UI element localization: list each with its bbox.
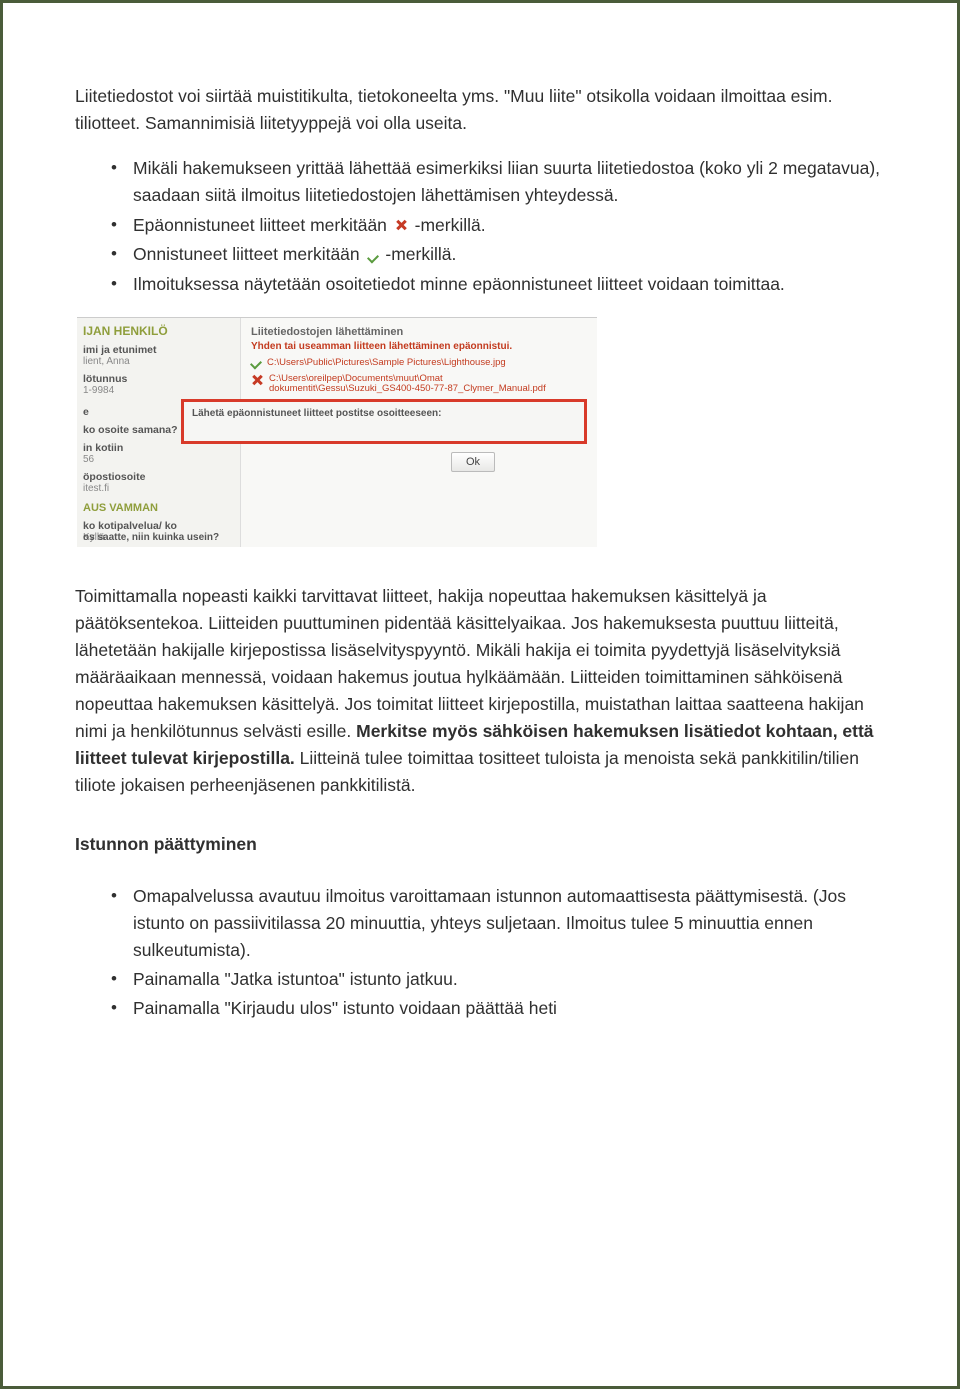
field-value: lient, Anna bbox=[83, 356, 234, 367]
list-item: Mikäli hakemukseen yrittää lähettää esim… bbox=[111, 155, 885, 209]
list-text: Mikäli hakemukseen yrittää lähettää esim… bbox=[133, 158, 880, 205]
list-item: Epäonnistuneet liitteet merkitään -merki… bbox=[111, 212, 885, 240]
success-check-icon bbox=[368, 242, 378, 269]
dialog-panel: Liitetiedostojen lähettäminen Yhden tai … bbox=[241, 318, 597, 547]
fail-x-icon bbox=[251, 374, 263, 389]
field-label: öpostiosoite bbox=[83, 471, 234, 483]
mail-address-box: Lähetä epäonnistuneet liitteet postitse … bbox=[181, 399, 587, 444]
field-label: lötunnus bbox=[83, 373, 234, 385]
field-value: itest.fi bbox=[83, 483, 234, 494]
file-row-fail: C:\Users\oreilpep\Documents\muut\Omat do… bbox=[251, 374, 587, 396]
attachment-dialog-screenshot: IJAN HENKILÖ imi ja etunimet lient, Anna… bbox=[77, 317, 597, 547]
body-paragraph: Toimittamalla nopeasti kaikki tarvittava… bbox=[75, 583, 885, 800]
field-label: imi ja etunimet bbox=[83, 344, 234, 356]
list-item: Ilmoituksessa näytetään osoitetiedot min… bbox=[111, 271, 885, 298]
intro-paragraph: Liitetiedostot voi siirtää muistitikulta… bbox=[75, 83, 885, 137]
document-page: Liitetiedostot voi siirtää muistitikulta… bbox=[0, 0, 960, 1389]
field-label: ko kotipalvelua/ ko bbox=[83, 520, 234, 532]
ok-button[interactable]: Ok bbox=[451, 452, 495, 472]
field-label: os saatte, niin kuinka usein? bbox=[83, 532, 219, 543]
list-text: Ilmoituksessa näytetään osoitetiedot min… bbox=[133, 274, 785, 294]
field-value: 1-9984 bbox=[83, 385, 234, 396]
list-item: Onnistuneet liitteet merkitään -merkillä… bbox=[111, 241, 885, 269]
section-header: IJAN HENKILÖ bbox=[83, 324, 234, 338]
dialog-title: Liitetiedostojen lähettäminen bbox=[251, 326, 587, 338]
list-text: Onnistuneet liitteet merkitään bbox=[133, 244, 365, 264]
body-text: Toimittamalla nopeasti kaikki tarvittava… bbox=[75, 586, 864, 742]
session-end-list: Omapalvelussa avautuu ilmoitus varoittam… bbox=[75, 883, 885, 1023]
file-path: C:\Users\oreilpep\Documents\muut\Omat do… bbox=[269, 374, 587, 396]
list-text: -merkillä. bbox=[385, 244, 456, 264]
list-item: Omapalvelussa avautuu ilmoitus varoittam… bbox=[111, 883, 885, 964]
list-text: Epäonnistuneet liitteet merkitään bbox=[133, 215, 392, 235]
list-text: -merkillä. bbox=[415, 215, 486, 235]
list-item: Painamalla "Jatka istuntoa" istunto jatk… bbox=[111, 966, 885, 993]
attachment-notes-list: Mikäli hakemukseen yrittää lähettää esim… bbox=[75, 155, 885, 298]
fail-x-icon bbox=[395, 212, 407, 239]
list-text: Painamalla "Jatka istuntoa" istunto jatk… bbox=[133, 969, 458, 989]
file-row-success: C:\Users\Public\Pictures\Sample Pictures… bbox=[251, 358, 587, 370]
success-check-icon bbox=[251, 358, 261, 370]
section-header: AUS VAMMAN bbox=[83, 502, 234, 514]
mail-address-label: Lähetä epäonnistuneet liitteet postitse … bbox=[192, 408, 442, 419]
list-item: Painamalla "Kirjaudu ulos" istunto voida… bbox=[111, 995, 885, 1022]
error-message: Yhden tai useamman liitteen lähettäminen… bbox=[251, 341, 587, 352]
session-end-heading: Istunnon päättyminen bbox=[75, 834, 885, 855]
list-text: Omapalvelussa avautuu ilmoitus varoittam… bbox=[133, 886, 846, 960]
field-value: 56 bbox=[83, 454, 234, 465]
file-path: C:\Users\Public\Pictures\Sample Pictures… bbox=[267, 358, 506, 369]
list-text: Painamalla "Kirjaudu ulos" istunto voida… bbox=[133, 998, 557, 1018]
